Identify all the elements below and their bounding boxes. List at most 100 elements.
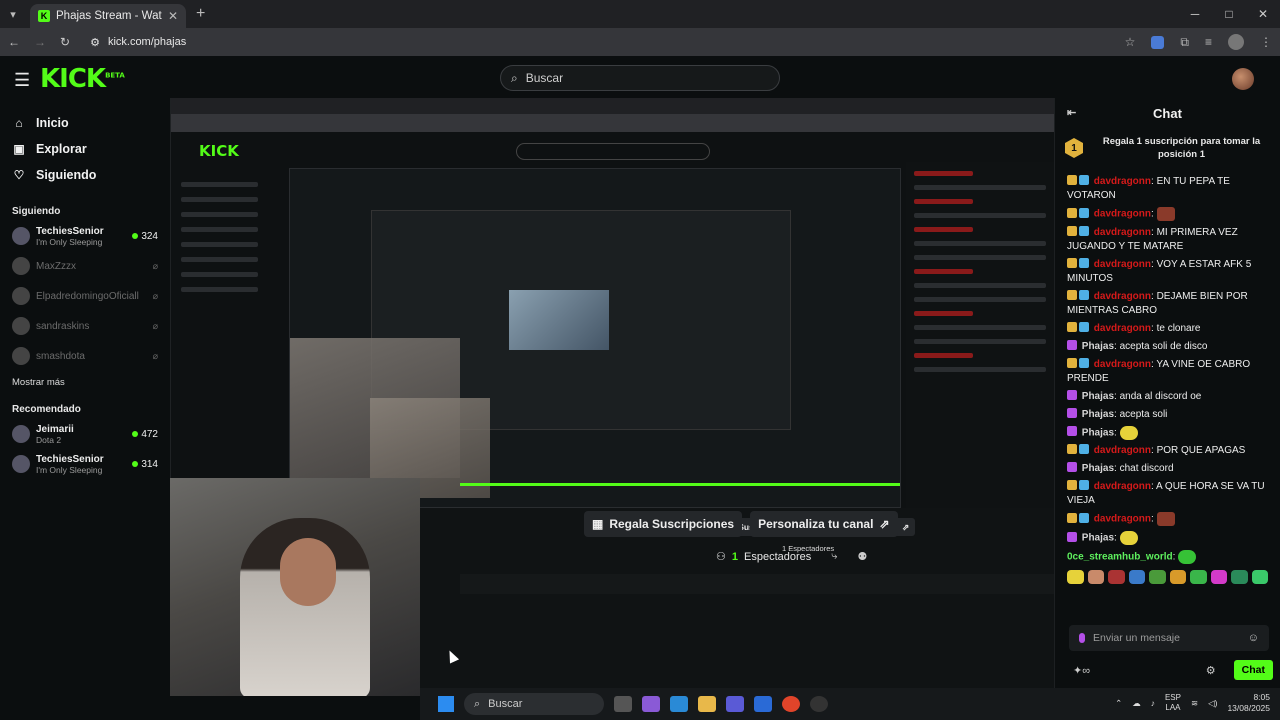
chat-username[interactable]: davdragonn — [1094, 259, 1151, 270]
translate-extension-icon[interactable] — [1151, 35, 1165, 49]
windows-start-icon[interactable] — [438, 696, 454, 712]
chat-username[interactable]: davdragonn — [1094, 481, 1151, 492]
bookmark-star-icon[interactable]: ☆ — [1125, 35, 1136, 49]
chat-username[interactable]: davdragonn — [1094, 291, 1151, 302]
following-channel[interactable]: sandraskins ⌀ — [12, 311, 158, 341]
url-field[interactable]: ⚙ kick.com/phajas — [90, 36, 186, 49]
search-icon: ⌕ — [511, 70, 518, 85]
maximize-button[interactable]: □ — [1212, 7, 1246, 21]
chat-username[interactable]: Phajas — [1082, 463, 1114, 474]
emote-icon[interactable] — [1231, 570, 1248, 585]
browser-menu-icon[interactable]: ⋮ — [1260, 35, 1272, 49]
broadcaster-badge-icon — [1067, 462, 1077, 473]
taskbar-search[interactable]: ⌕ Buscar — [464, 693, 604, 715]
following-channel[interactable]: smashdota ⌀ — [12, 341, 158, 371]
recommended-channel[interactable]: TechiesSenior I'm Only Sleeping 314 — [12, 449, 158, 479]
extensions-icon[interactable]: ⧉ — [1180, 35, 1189, 50]
edge-icon[interactable] — [670, 696, 688, 712]
following-channel[interactable]: TechiesSenior I'm Only Sleeping 324 — [12, 221, 158, 251]
site-info-icon[interactable]: ⚙ — [90, 36, 100, 49]
points-icon[interactable]: ✦∞ — [1073, 664, 1090, 677]
media-control-icon[interactable]: ≡ — [1205, 35, 1212, 49]
chat-username[interactable]: davdragonn — [1094, 323, 1151, 334]
search-input[interactable] — [525, 71, 746, 85]
profile-avatar[interactable] — [1228, 34, 1244, 50]
webcam-face — [280, 538, 336, 606]
tray-cloud-icon[interactable]: ☁ — [1132, 698, 1141, 709]
reload-icon[interactable]: ↻ — [60, 35, 70, 49]
emote-row — [1055, 570, 1280, 585]
following-channel[interactable]: MaxZzzx ⌀ — [12, 251, 158, 281]
tab-search-icon[interactable]: ▾ — [0, 0, 26, 28]
mic-icon[interactable] — [1079, 633, 1085, 643]
tray-arrow-icon[interactable]: ⌃ — [1115, 698, 1122, 709]
tab-close-icon[interactable]: ✕ — [168, 9, 178, 23]
emote-icon[interactable] — [1067, 570, 1084, 585]
forward-icon[interactable]: → — [34, 35, 46, 49]
pinned-gift-banner[interactable]: 1 Regala 1 suscripción para tomar la pos… — [1055, 128, 1280, 168]
minimize-button[interactable]: ─ — [1178, 7, 1212, 21]
task-view-icon[interactable] — [614, 696, 632, 712]
browser-tab[interactable]: K Phajas Stream - Watch Live on K ✕ — [30, 4, 186, 28]
chat-username[interactable]: davdragonn — [1094, 359, 1151, 370]
gift-subs-button[interactable]: ▦ Regala Suscripciones — [584, 511, 743, 537]
emote-icon[interactable] — [1087, 570, 1104, 585]
emote-icon[interactable] — [1149, 570, 1166, 585]
chat-settings-icon[interactable]: ⚙ — [1206, 664, 1216, 677]
kick-logo[interactable]: KICKBETA — [40, 64, 125, 94]
chat-username[interactable]: davdragonn — [1094, 227, 1151, 238]
chat-username[interactable]: 0ce_streamhub_world — [1067, 551, 1173, 562]
close-window-button[interactable]: ✕ — [1246, 7, 1280, 21]
share-icon[interactable]: ⤷ — [831, 550, 837, 563]
emote-icon[interactable] — [1190, 570, 1207, 585]
new-tab-button[interactable]: + — [196, 5, 205, 23]
chat-username[interactable]: davdragonn — [1094, 514, 1151, 525]
chat-username[interactable]: davdragonn — [1094, 209, 1151, 220]
language-indicator[interactable]: ESP LAA — [1165, 693, 1181, 713]
gift-icon: ▦ — [592, 517, 604, 531]
chat-input-box[interactable]: ☺ — [1069, 625, 1269, 651]
obs-icon[interactable] — [810, 696, 828, 712]
menu-icon[interactable]: ☰ — [14, 70, 30, 91]
chat-send-button[interactable]: Chat — [1233, 660, 1273, 680]
chat-username[interactable]: Phajas — [1082, 409, 1114, 420]
volume-icon[interactable]: ◁) — [1208, 698, 1217, 709]
nav-siguiendo[interactable]: ♡ Siguiendo — [12, 162, 158, 188]
emote-icon[interactable] — [1251, 570, 1268, 585]
recommended-channel[interactable]: Jeimarii Dota 2 472 — [12, 419, 158, 449]
chat-username[interactable]: Phajas — [1082, 427, 1114, 438]
collapse-chat-icon[interactable]: ⇤ — [1067, 106, 1076, 119]
emoji-icon[interactable]: ☺ — [1248, 632, 1259, 644]
emote-icon[interactable] — [1169, 570, 1186, 585]
chat-input[interactable] — [1093, 632, 1240, 644]
taskbar-clock[interactable]: 8:05 13/08/2025 — [1227, 692, 1270, 714]
chat-username[interactable]: davdragonn — [1094, 445, 1151, 456]
tray-mic-icon[interactable]: ♪ — [1151, 698, 1155, 708]
emote-icon[interactable] — [1108, 570, 1125, 585]
customize-channel-button[interactable]: Personaliza tu canal ⇗ — [750, 511, 898, 537]
copilot-icon[interactable] — [642, 696, 660, 712]
user-avatar[interactable] — [1232, 68, 1254, 90]
follow-user-icon[interactable]: ⚉ — [857, 550, 867, 563]
emote-icon[interactable] — [1210, 570, 1227, 585]
following-channel[interactable]: ElpadredomingoOficiall ⌀ — [12, 281, 158, 311]
vscode-icon[interactable] — [754, 696, 772, 712]
chat-emote-icon — [1156, 207, 1175, 221]
stream-video[interactable]: KICK ▦ Regala Suscripciones Personaliza t… — [170, 98, 1054, 696]
chat-username[interactable]: Phajas — [1082, 391, 1114, 402]
chrome-icon[interactable] — [782, 696, 800, 712]
teams-icon[interactable] — [726, 696, 744, 712]
search-box[interactable]: ⌕ — [500, 65, 780, 91]
nav-inicio[interactable]: ⌂ Inicio — [12, 110, 158, 136]
back-icon[interactable]: ← — [8, 35, 20, 49]
chat-username[interactable]: Phajas — [1082, 341, 1114, 352]
viewer-count: 314 — [141, 458, 158, 470]
file-explorer-icon[interactable] — [698, 696, 716, 712]
chat-username[interactable]: davdragonn — [1094, 176, 1151, 187]
chat-username[interactable]: Phajas — [1082, 533, 1114, 544]
emote-icon[interactable] — [1128, 570, 1145, 585]
nav-explorar[interactable]: ▣ Explorar — [12, 136, 158, 162]
show-more-link[interactable]: Mostrar más — [12, 377, 158, 388]
kick-favicon-icon: K — [38, 10, 50, 22]
wifi-icon[interactable]: ≋ — [1191, 698, 1198, 709]
